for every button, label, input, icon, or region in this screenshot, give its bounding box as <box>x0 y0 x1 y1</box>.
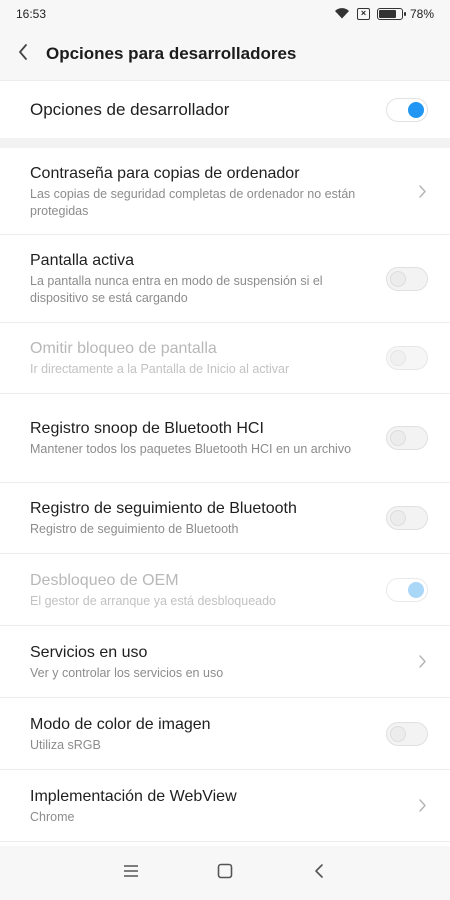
back-triangle-icon <box>313 863 325 884</box>
setting-subtitle: Mantener todos los paquetes Bluetooth HC… <box>30 442 352 456</box>
wifi-icon <box>334 7 350 22</box>
setting-row[interactable]: Contraseña para copias de ordenador Las c… <box>0 148 450 235</box>
setting-title: Contraseña para copias de ordenador <box>30 164 300 182</box>
setting-title: Registro snoop de Bluetooth HCI <box>30 420 264 437</box>
setting-subtitle: Ver y controlar los servicios en uso <box>30 665 224 680</box>
back-button[interactable] <box>0 28 46 80</box>
setting-toggle <box>386 346 428 370</box>
setting-subtitle: Registro de seguimiento de Bluetooth <box>30 522 239 536</box>
setting-text: Contraseña para copias de ordenador Las c… <box>30 163 416 220</box>
setting-title: Omitir bloqueo de pantalla <box>30 340 217 357</box>
setting-row: Omitir bloqueo de pantalla Ir directament… <box>0 323 450 394</box>
settings-list: Contraseña para copias de ordenador Las c… <box>0 148 450 846</box>
page-title: Opciones para desarrolladores <box>46 44 297 63</box>
chevron-right-icon <box>416 654 428 669</box>
setting-toggle[interactable] <box>386 266 428 291</box>
nav-home-button[interactable] <box>178 846 272 900</box>
setting-row[interactable]: Modo de color de imagen Utiliza sRGB <box>0 698 450 770</box>
setting-subtitle: Utiliza sRGB <box>30 737 101 752</box>
toggle-knob <box>390 725 406 742</box>
setting-text: Pantalla activa La pantalla nunca entra e… <box>30 250 386 307</box>
setting-subtitle: El gestor de arranque ya está desbloquea… <box>30 593 277 608</box>
battery-level <box>378 10 397 18</box>
developer-options-row[interactable]: Opciones de desarrollador <box>0 80 450 138</box>
setting-subtitle: Chrome <box>30 809 75 824</box>
chevron-right-icon <box>416 798 428 813</box>
developer-options-toggle[interactable] <box>386 97 428 122</box>
status-time: 16:53 <box>16 7 47 21</box>
battery-icon <box>376 8 406 20</box>
setting-title: Modo de color de imagen <box>30 715 211 733</box>
setting-row[interactable]: Registro de seguimiento de Bluetooth Regi… <box>0 483 450 554</box>
setting-row[interactable]: Registro snoop de Bluetooth HCI Mantener … <box>0 394 450 483</box>
title-bar: Opciones para desarrolladores <box>0 28 450 80</box>
status-bar: 16:53 × 78% <box>0 0 450 28</box>
setting-text: Desbloqueo de OEM El gestor de arranque y… <box>30 570 386 610</box>
toggle-knob <box>390 430 406 446</box>
setting-text: Registro de seguimiento de Bluetooth Regi… <box>30 498 386 538</box>
setting-row[interactable]: Pantalla activa La pantalla nunca entra e… <box>0 235 450 323</box>
setting-text: Registro snoop de Bluetooth HCI Mantener … <box>30 418 386 458</box>
nav-back-button[interactable] <box>272 846 366 900</box>
setting-row[interactable]: Servicios en uso Ver y controlar los serv… <box>0 626 450 698</box>
chevron-right-icon <box>416 184 428 199</box>
toggle-knob <box>408 101 424 118</box>
setting-row: Desbloqueo de OEM El gestor de arranque y… <box>0 554 450 626</box>
toggle-knob <box>408 581 424 598</box>
setting-subtitle: Las copias de seguridad completas de ord… <box>30 186 356 218</box>
setting-text: Omitir bloqueo de pantalla Ir directament… <box>30 338 386 378</box>
home-square-icon <box>217 863 233 884</box>
setting-title: Registro de seguimiento de Bluetooth <box>30 500 297 517</box>
menu-icon <box>123 864 139 883</box>
toggle-knob <box>390 350 406 366</box>
setting-row[interactable]: Implementación de WebView Chrome <box>0 770 450 842</box>
setting-text: Servicios en uso Ver y controlar los serv… <box>30 642 416 682</box>
chevron-left-icon <box>17 43 29 66</box>
toggle-knob <box>390 510 406 526</box>
setting-title: Pantalla activa <box>30 252 135 269</box>
nav-menu-button[interactable] <box>84 846 178 900</box>
setting-text: Modo de color de imagen Utiliza sRGB <box>30 714 386 754</box>
navigation-bar <box>0 846 450 900</box>
setting-subtitle: La pantalla nunca entra en modo de suspe… <box>30 274 323 305</box>
battery-percent: 78% <box>409 7 434 21</box>
screen: 16:53 × 78% Opciones para desarrolladore… <box>0 0 450 900</box>
setting-title: Desbloqueo de OEM <box>30 571 179 589</box>
setting-toggle[interactable] <box>386 426 428 450</box>
setting-toggle <box>386 577 428 602</box>
setting-title: Implementación de WebView <box>30 787 237 805</box>
developer-options-label: Opciones de desarrollador <box>30 99 230 119</box>
setting-toggle[interactable] <box>386 721 428 746</box>
toggle-knob <box>390 270 406 287</box>
setting-title: Servicios en uso <box>30 643 148 661</box>
setting-text: Implementación de WebView Chrome <box>30 786 416 826</box>
setting-subtitle: Ir directamente a la Pantalla de Inicio … <box>30 362 290 376</box>
section-divider <box>0 138 450 148</box>
status-icons: × 78% <box>334 7 434 22</box>
no-sim-icon: × <box>356 8 370 20</box>
setting-toggle[interactable] <box>386 506 428 530</box>
